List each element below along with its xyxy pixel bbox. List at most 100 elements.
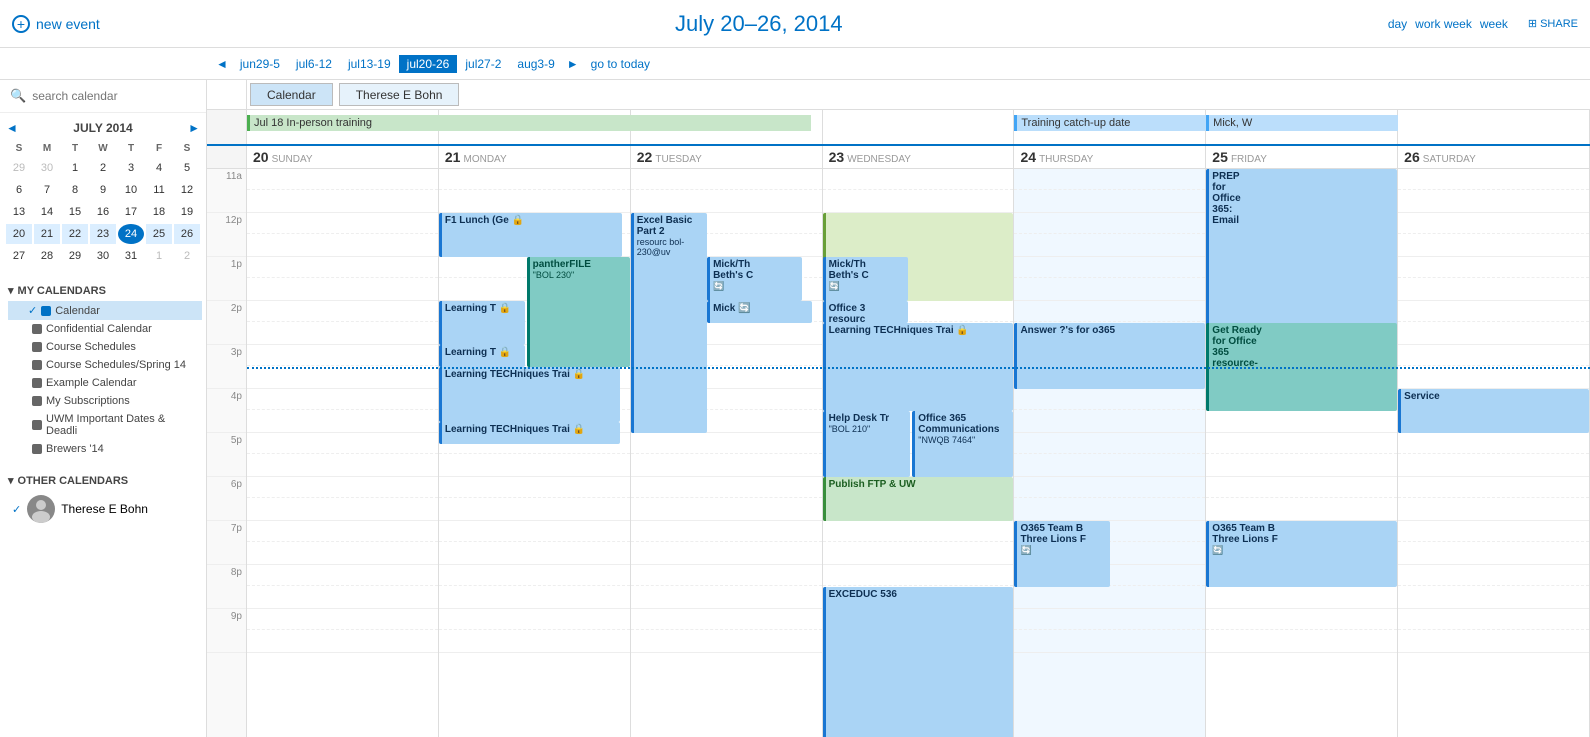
- mini-cal-day[interactable]: 14: [34, 202, 60, 222]
- view-day[interactable]: day: [1388, 17, 1407, 31]
- mini-cal-day[interactable]: 22: [62, 224, 88, 244]
- my-calendar-item[interactable]: Course Schedules/Spring 14: [8, 356, 202, 374]
- mini-cal-day[interactable]: 17: [118, 202, 144, 222]
- nav-week-jul6[interactable]: jul6-12: [288, 57, 340, 71]
- allday-event[interactable]: Mick, W: [1206, 115, 1398, 131]
- mini-cal-day[interactable]: 15: [62, 202, 88, 222]
- mini-cal-day[interactable]: 30: [90, 246, 116, 266]
- next-week-arrow[interactable]: ►: [563, 57, 583, 71]
- mini-cal-day[interactable]: 30: [34, 158, 60, 178]
- cal-color-dot: [32, 378, 42, 388]
- other-cal-label: Therese E Bohn: [61, 502, 148, 516]
- prev-week-arrow[interactable]: ◄: [212, 57, 232, 71]
- cal-label: Calendar: [55, 305, 100, 317]
- day-number: 26: [1404, 149, 1420, 165]
- mini-cal-day[interactable]: 10: [118, 180, 144, 200]
- new-event-button[interactable]: + new event: [12, 15, 100, 33]
- go-to-today[interactable]: go to today: [583, 57, 658, 71]
- mini-cal-day[interactable]: 2: [174, 246, 200, 266]
- mini-cal-day[interactable]: 28: [34, 246, 60, 266]
- mini-cal-day[interactable]: 11: [146, 180, 172, 200]
- calendar-event[interactable]: Learning TECHniques Trai 🔒: [439, 367, 620, 422]
- calendar-event[interactable]: O365 Team B Three Lions F🔄: [1206, 521, 1397, 587]
- filter-calendar[interactable]: Calendar: [250, 83, 333, 106]
- mini-cal-day[interactable]: 26: [174, 224, 200, 244]
- calendar-event[interactable]: EXCEDUC 536: [823, 587, 1014, 737]
- search-icon: 🔍: [10, 88, 26, 104]
- filter-therese[interactable]: Therese E Bohn: [339, 83, 460, 106]
- mini-cal-day[interactable]: 25: [146, 224, 172, 244]
- calendar-event[interactable]: Office 365 Communications"NWQB 7464": [912, 411, 1013, 477]
- mini-cal-day[interactable]: 21: [34, 224, 60, 244]
- allday-col: [1398, 110, 1590, 144]
- day-col-6: Service: [1398, 169, 1590, 737]
- mini-cal-day[interactable]: 13: [6, 202, 32, 222]
- search-input[interactable]: [32, 89, 196, 103]
- calendar-event[interactable]: Publish FTP & UW: [823, 477, 1014, 521]
- mini-cal-day[interactable]: 29: [6, 158, 32, 178]
- other-calendar-item[interactable]: ✓ Therese E Bohn: [8, 491, 202, 527]
- calendar-event[interactable]: Learning T 🔒: [439, 301, 525, 345]
- calendar-event[interactable]: Answer ?'s for o365: [1014, 323, 1205, 389]
- calendar-event[interactable]: pantherFILE"BOL 230": [527, 257, 630, 367]
- calendar-event[interactable]: Service: [1398, 389, 1589, 433]
- my-calendar-item[interactable]: ✓ Calendar: [8, 301, 202, 320]
- mini-cal-day[interactable]: 20: [6, 224, 32, 244]
- mini-cal-day[interactable]: 27: [6, 246, 32, 266]
- nav-week-jul13[interactable]: jul13-19: [340, 57, 399, 71]
- mini-cal-day[interactable]: 12: [174, 180, 200, 200]
- nav-week-jun29[interactable]: jun29-5: [232, 57, 288, 71]
- my-calendar-item[interactable]: Confidential Calendar: [8, 320, 202, 338]
- my-calendar-item[interactable]: UWM Important Dates & Deadli: [8, 410, 202, 440]
- day-name: TUESDAY: [655, 154, 702, 165]
- share-button[interactable]: ⊞ SHARE: [1528, 17, 1578, 30]
- time-label: 6p: [207, 477, 246, 521]
- mini-cal-day[interactable]: 2: [90, 158, 116, 178]
- allday-event[interactable]: Training catch-up date: [1014, 115, 1206, 131]
- mini-cal-day[interactable]: 31: [118, 246, 144, 266]
- calendar-event[interactable]: Mick/Th Beth's C🔄: [823, 257, 909, 301]
- nav-week-jul27[interactable]: jul27-2: [457, 57, 509, 71]
- my-calendar-item[interactable]: Example Calendar: [8, 374, 202, 392]
- mini-cal-day[interactable]: 6: [6, 180, 32, 200]
- calendar-event[interactable]: Mick 🔄: [707, 301, 812, 323]
- my-calendars-section: ▾ MY CALENDARS ✓ Calendar Confidential C…: [0, 272, 206, 462]
- calendar-event[interactable]: Learning T 🔒: [439, 345, 525, 367]
- nav-week-aug3[interactable]: aug3-9: [509, 57, 562, 71]
- search-box[interactable]: 🔍: [0, 80, 206, 113]
- calendar-event[interactable]: Mick/Th Beth's C🔄: [707, 257, 802, 301]
- mini-cal-day[interactable]: 18: [146, 202, 172, 222]
- calendar-event[interactable]: Help Desk Tr"BOL 210": [823, 411, 911, 477]
- mini-cal-day[interactable]: 23: [90, 224, 116, 244]
- other-calendars-header[interactable]: ▾ OTHER CALENDARS: [8, 470, 202, 491]
- my-calendar-item[interactable]: My Subscriptions: [8, 392, 202, 410]
- mini-cal-day[interactable]: 9: [90, 180, 116, 200]
- nav-week-jul20[interactable]: jul20-26: [399, 55, 458, 73]
- view-week[interactable]: week: [1480, 17, 1508, 31]
- mini-cal-prev[interactable]: ◄: [6, 121, 18, 135]
- mini-cal-day[interactable]: 5: [174, 158, 200, 178]
- calendar-event[interactable]: F1 Lunch (Ge 🔒: [439, 213, 622, 257]
- mini-cal-day[interactable]: 16: [90, 202, 116, 222]
- calendar-event[interactable]: O365 Team B Three Lions F🔄: [1014, 521, 1109, 587]
- calendar-event[interactable]: Learning TECHniques Trai 🔒: [439, 422, 620, 444]
- calendar-event[interactable]: Office 3 resourc: [823, 301, 909, 323]
- mini-cal-day[interactable]: 4: [146, 158, 172, 178]
- mini-cal-day[interactable]: 1: [146, 246, 172, 266]
- my-calendar-item[interactable]: Course Schedules: [8, 338, 202, 356]
- day-headers: 20 SUNDAY21 MONDAY22 TUESDAY23 WEDNESDAY…: [207, 146, 1590, 169]
- mini-cal-day[interactable]: 8: [62, 180, 88, 200]
- mini-cal-next[interactable]: ►: [188, 121, 200, 135]
- mini-cal-day[interactable]: 7: [34, 180, 60, 200]
- mini-cal-day[interactable]: 19: [174, 202, 200, 222]
- mini-cal-day[interactable]: 1: [62, 158, 88, 178]
- mini-cal-day[interactable]: 3: [118, 158, 144, 178]
- mini-cal-day[interactable]: 29: [62, 246, 88, 266]
- calendar-event[interactable]: Excel Basic Part 2resourc bol-230@uv: [631, 213, 707, 433]
- my-calendar-item[interactable]: Brewers '14: [8, 440, 202, 458]
- allday-event[interactable]: Jul 18 In-person training: [247, 115, 811, 131]
- cal-label: Course Schedules: [46, 341, 136, 353]
- mini-cal-day[interactable]: 24: [118, 224, 144, 244]
- my-calendars-header[interactable]: ▾ MY CALENDARS: [8, 280, 202, 301]
- view-workweek[interactable]: work week: [1415, 17, 1472, 31]
